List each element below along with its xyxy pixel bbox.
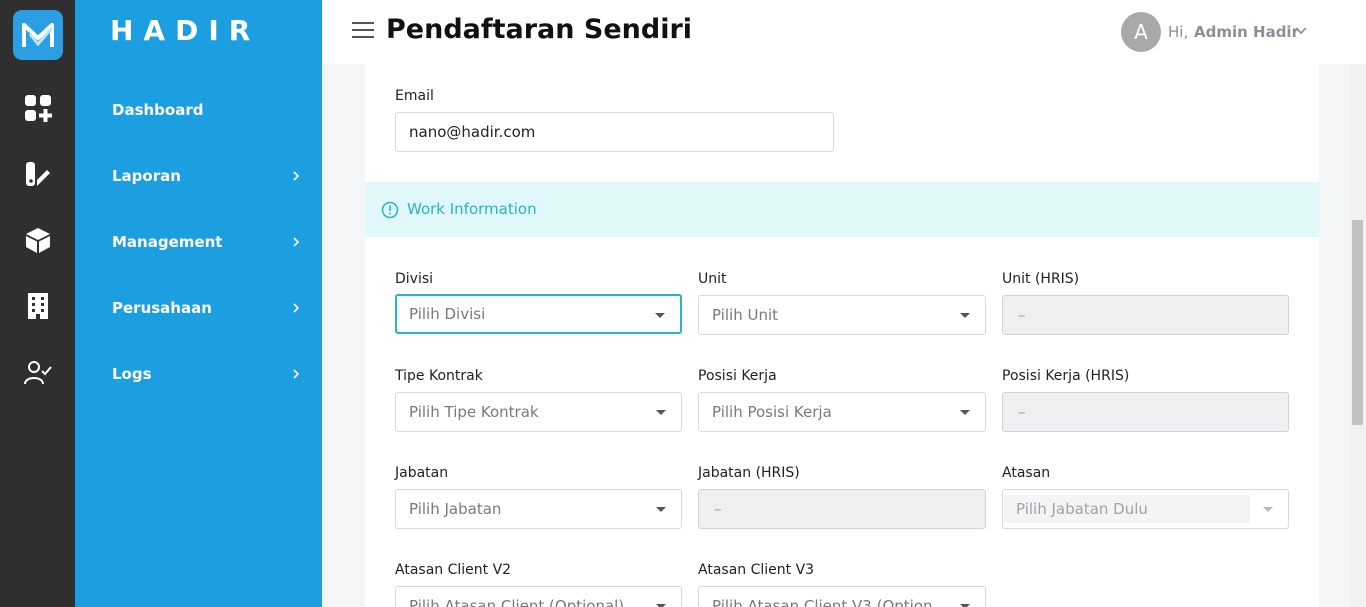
top-header: Pendaftaran Sendiri A Hi, Admin Hadir	[322, 0, 1366, 64]
caret-down-icon	[656, 410, 666, 415]
unit-select[interactable]: Pilih Unit	[698, 295, 986, 335]
atasan-label: Atasan	[1002, 465, 1051, 481]
posisi-kerja-select[interactable]: Pilih Posisi Kerja	[698, 392, 986, 432]
chevron-right-icon	[293, 369, 300, 379]
icon-rail	[0, 0, 75, 607]
user-greeting: Hi,	[1168, 23, 1189, 41]
tipe-kontrak-placeholder: Pilih Tipe Kontrak	[409, 403, 539, 421]
scrollbar-thumb[interactable]	[1352, 220, 1363, 425]
posisi-kerja-hris-field: –	[1002, 392, 1289, 432]
email-field[interactable]: nano@hadir.com	[395, 112, 834, 152]
form-card: Email nano@hadir.com Work Information Di…	[365, 64, 1319, 607]
sidebar-item-perusahaan[interactable]: Perusahaan	[75, 288, 322, 328]
chevron-right-icon	[293, 237, 300, 247]
section-title: Work Information	[407, 200, 537, 218]
jabatan-hris-field: –	[698, 489, 986, 529]
posisi-kerja-hris-value: –	[1018, 403, 1026, 421]
caret-down-icon	[1263, 507, 1273, 512]
sidebar-item-management[interactable]: Management	[75, 222, 322, 262]
caret-down-icon	[655, 313, 665, 318]
unit-label: Unit	[698, 271, 727, 287]
work-information-section: Work Information	[365, 182, 1319, 237]
posisi-kerja-hris-label: Posisi Kerja (HRIS)	[1002, 368, 1130, 384]
brand-logo-text: HADIR	[110, 14, 261, 47]
jabatan-select[interactable]: Pilih Jabatan	[395, 489, 682, 529]
email-value: nano@hadir.com	[409, 123, 536, 141]
user-check-icon[interactable]	[22, 356, 54, 388]
page-scrollbar[interactable]	[1349, 64, 1366, 607]
chevron-right-icon	[293, 171, 300, 181]
user-menu-name[interactable]: Admin Hadir	[1194, 23, 1299, 41]
sidebar-item-label: Laporan	[112, 167, 181, 185]
atasan-placeholder: Pilih Jabatan Dulu	[1016, 500, 1148, 518]
divisi-placeholder: Pilih Divisi	[409, 305, 486, 323]
atasan-client-v2-label: Atasan Client V2	[395, 562, 512, 578]
box-icon[interactable]	[22, 224, 54, 256]
tipe-kontrak-select[interactable]: Pilih Tipe Kontrak	[395, 392, 682, 432]
sidebar-item-label: Perusahaan	[112, 299, 212, 317]
dashboard-add-icon[interactable]	[22, 92, 54, 124]
report-icon[interactable]	[22, 158, 54, 190]
menu-toggle-icon[interactable]	[352, 22, 374, 42]
email-label: Email	[395, 88, 434, 104]
info-circle-icon	[381, 201, 399, 219]
sidebar-item-dashboard[interactable]: Dashboard	[75, 90, 322, 130]
sidebar-item-label: Management	[112, 233, 223, 251]
caret-down-icon	[960, 410, 970, 415]
unit-placeholder: Pilih Unit	[712, 306, 779, 324]
caret-down-icon	[656, 507, 666, 512]
chevron-right-icon	[293, 303, 300, 313]
jabatan-hris-value: –	[714, 500, 722, 518]
atasan-client-v2-placeholder: Pilih Atasan Client (Optional)	[409, 597, 625, 607]
atasan-client-v3-select[interactable]: Pilih Atasan Client V3 (Option	[698, 586, 986, 607]
unit-hris-field: –	[1002, 295, 1289, 335]
sidebar-item-label: Logs	[112, 365, 152, 383]
atasan-client-v2-select[interactable]: Pilih Atasan Client (Optional)	[395, 586, 682, 607]
atasan-client-v3-label: Atasan Client V3	[698, 562, 815, 578]
building-icon[interactable]	[22, 290, 54, 322]
avatar[interactable]: A	[1121, 12, 1161, 52]
atasan-select[interactable]: Pilih Jabatan Dulu	[1002, 489, 1289, 529]
sidebar: HADIR Dashboard Laporan Management Perus…	[75, 0, 322, 607]
jabatan-hris-label: Jabatan (HRIS)	[698, 465, 800, 481]
jabatan-label: Jabatan	[395, 465, 449, 481]
divisi-label: Divisi	[395, 271, 434, 287]
sidebar-item-label: Dashboard	[112, 101, 204, 119]
posisi-kerja-placeholder: Pilih Posisi Kerja	[712, 403, 832, 421]
logo-icon[interactable]	[13, 10, 63, 60]
chevron-down-icon[interactable]	[1294, 26, 1308, 36]
caret-down-icon	[960, 313, 970, 318]
sidebar-item-logs[interactable]: Logs	[75, 354, 322, 394]
atasan-client-v3-placeholder: Pilih Atasan Client V3 (Option	[712, 597, 933, 607]
posisi-kerja-label: Posisi Kerja	[698, 368, 777, 384]
divisi-select[interactable]: Pilih Divisi	[395, 294, 682, 334]
unit-hris-label: Unit (HRIS)	[1002, 271, 1080, 287]
sidebar-item-laporan[interactable]: Laporan	[75, 156, 322, 196]
unit-hris-value: –	[1018, 306, 1026, 324]
jabatan-placeholder: Pilih Jabatan	[409, 500, 502, 518]
page-title: Pendaftaran Sendiri	[386, 14, 693, 45]
tipe-kontrak-label: Tipe Kontrak	[395, 368, 483, 384]
